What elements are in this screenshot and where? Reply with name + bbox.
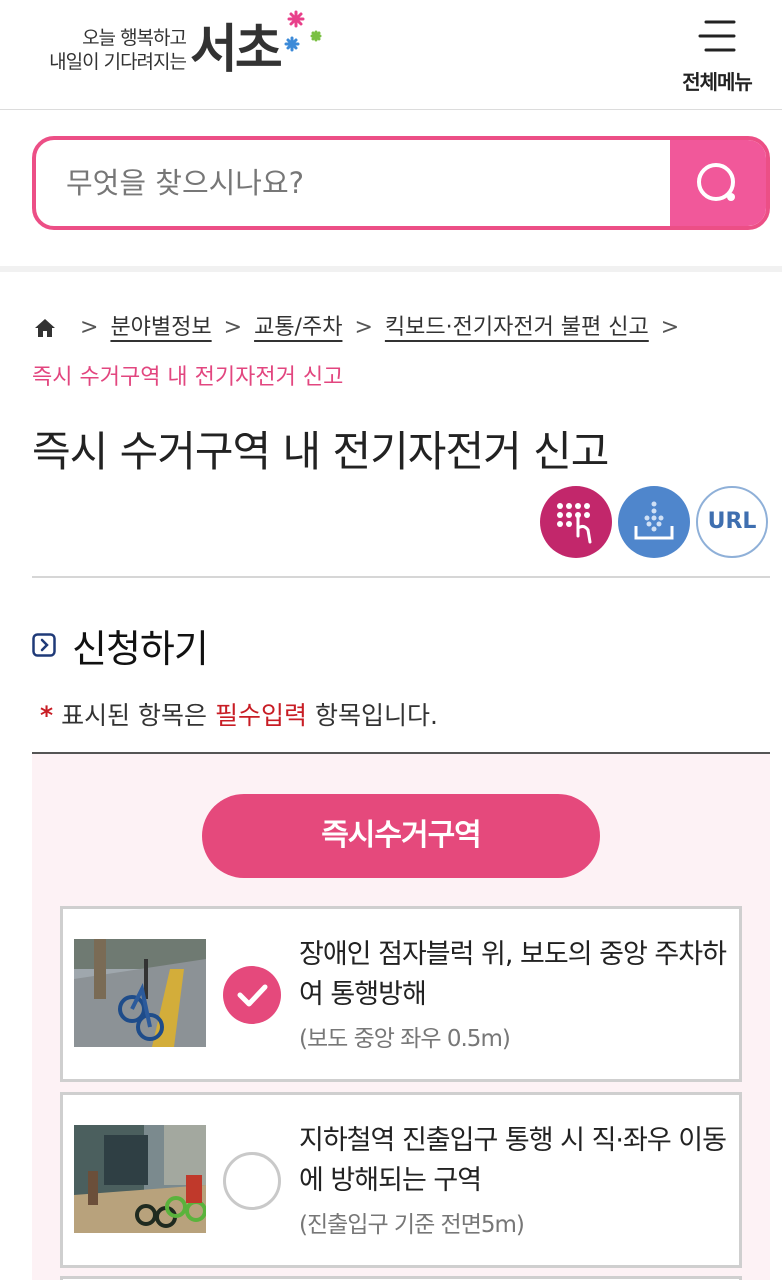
breadcrumb-separator: > — [80, 315, 99, 340]
breadcrumb: > 분야별정보 > 교통/주차 > 킥보드·전기자전거 불편 신고 > 즉시 수… — [32, 308, 752, 398]
option-sub: (보도 중앙 좌우 0.5m) — [299, 1026, 511, 1052]
download-button[interactable] — [618, 486, 690, 558]
page-title: 즉시 수거구역 내 전기자전거 신고 — [32, 427, 609, 476]
hamburger-icon — [698, 20, 736, 52]
section-heading: 신청하기 — [32, 618, 209, 672]
required-star: * — [40, 701, 54, 730]
home-icon[interactable] — [32, 315, 58, 341]
logo-slogan: 오늘 행복하고 내일이 기다려지는 — [49, 27, 187, 73]
logo-stars-icon — [284, 10, 322, 52]
braille-icon — [557, 503, 592, 544]
breadcrumb-link-kickboard-report[interactable]: 킥보드·전기자전거 불편 신고 — [385, 308, 649, 348]
breadcrumb-separator: > — [660, 315, 680, 340]
breadcrumb-separator: > — [354, 315, 373, 340]
checkmark-icon — [237, 984, 268, 1007]
breadcrumb-separator: > — [223, 315, 243, 340]
search-button[interactable] — [670, 140, 766, 226]
search-icon — [697, 163, 735, 201]
section-heading-label: 신청하기 — [72, 626, 209, 671]
required-highlight: 필수입력 — [214, 701, 307, 730]
option-radio-checked[interactable] — [223, 966, 281, 1024]
site-header: 오늘 행복하고 내일이 기다려지는 서초 전체메뉴 — [0, 0, 782, 110]
braille-touch-button[interactable] — [540, 486, 612, 558]
option-label: 지하철역 진출입구 통행 시 직·좌우 이동에 방해되는 구역 — [299, 1125, 727, 1196]
option-radio-unchecked[interactable] — [223, 1152, 281, 1210]
option-label: 장애인 점자블럭 위, 보도의 중앙 주차하여 통행방해 — [299, 939, 727, 1010]
chevron-right-box-icon — [32, 633, 56, 657]
title-action-icons: URL — [540, 486, 770, 558]
option-text: 장애인 점자블럭 위, 보도의 중앙 주차하여 통행방해 (보도 중앙 좌우 0… — [299, 935, 729, 1059]
seocho-logo[interactable]: 오늘 행복하고 내일이 기다려지는 서초 — [30, 8, 330, 88]
required-note: * 표시된 항목은 필수입력 항목입니다. — [40, 701, 438, 730]
option-item[interactable]: 장애인 점자블럭 위, 보도의 중앙 주차하여 통행방해 (보도 중앙 좌우 0… — [60, 906, 742, 1082]
option-item[interactable] — [60, 1276, 742, 1280]
breadcrumb-link-field-info[interactable]: 분야별정보 — [110, 308, 211, 348]
full-menu-button[interactable]: 전체메뉴 — [674, 14, 760, 94]
download-icon — [634, 501, 674, 540]
search-box — [32, 136, 770, 230]
category-pill[interactable]: 즉시수거구역 — [202, 794, 600, 878]
logo-wordmark: 서초 — [190, 20, 283, 80]
option-photo — [74, 939, 206, 1047]
url-copy-button[interactable]: URL — [696, 486, 768, 558]
search-input[interactable] — [66, 140, 666, 226]
full-menu-label: 전체메뉴 — [682, 70, 753, 94]
option-text: 지하철역 진출입구 통행 시 직·좌우 이동에 방해되는 구역 (진출입구 기준… — [299, 1121, 729, 1245]
form-area: 즉시수거구역 장애인 점자블럭 위, 보도의 중앙 주차하여 통행방해 (보도 … — [32, 754, 770, 1280]
breadcrumb-current: 즉시 수거구역 내 전기자전거 신고 — [32, 365, 344, 390]
search-section — [0, 110, 782, 272]
breadcrumb-link-traffic[interactable]: 교통/주차 — [254, 308, 342, 348]
divider — [32, 576, 770, 578]
option-sub: (진출입구 기준 전면5m) — [299, 1212, 525, 1238]
option-photo — [74, 1125, 206, 1233]
option-item[interactable]: 지하철역 진출입구 통행 시 직·좌우 이동에 방해되는 구역 (진출입구 기준… — [60, 1092, 742, 1268]
